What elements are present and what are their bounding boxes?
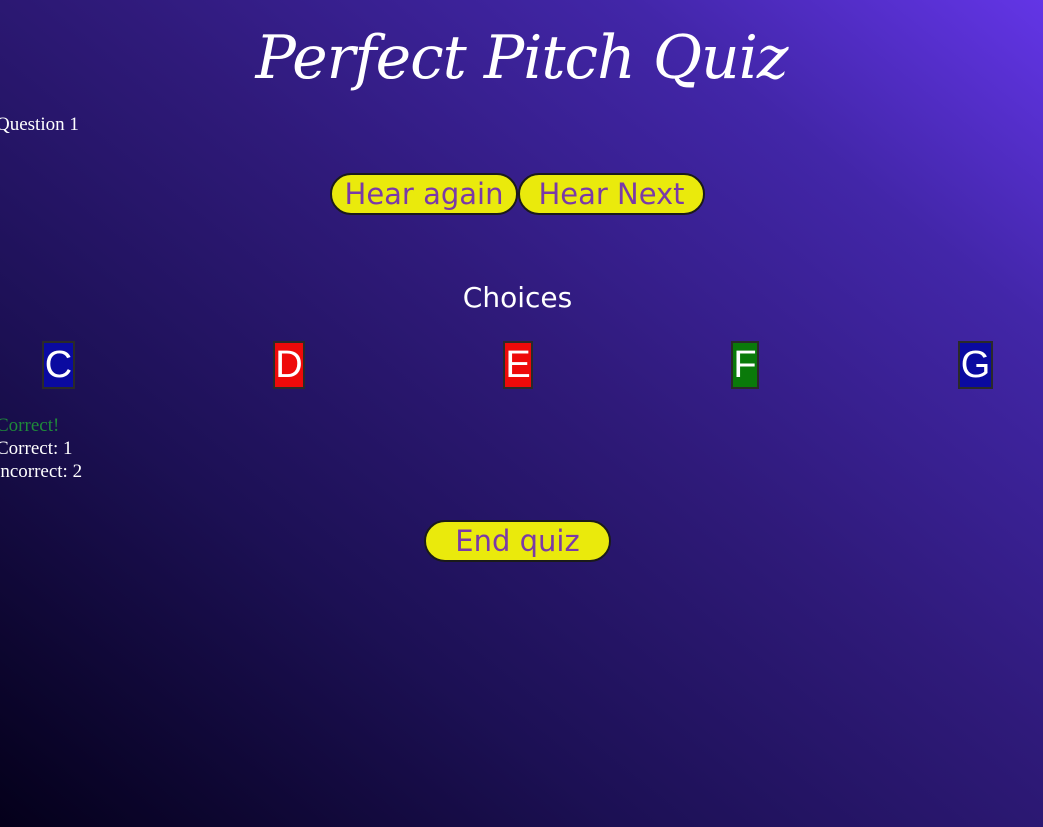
result-message: Correct!: [0, 415, 60, 436]
question-label: Question 1: [0, 114, 79, 135]
note-button-c[interactable]: C: [42, 341, 75, 389]
correct-count: Correct: 1: [0, 438, 73, 459]
note-button-f[interactable]: F: [731, 341, 759, 389]
note-button-d[interactable]: D: [273, 341, 305, 389]
incorrect-count: Incorrect: 2: [0, 461, 83, 482]
note-button-g[interactable]: G: [958, 341, 993, 389]
hear-again-button[interactable]: Hear again: [330, 173, 518, 215]
end-quiz-button[interactable]: End quiz: [424, 520, 611, 562]
page-title: Perfect Pitch Quiz: [255, 23, 789, 93]
choices-heading: Choices: [462, 281, 573, 314]
hear-next-button[interactable]: Hear Next: [518, 173, 705, 215]
note-button-e[interactable]: E: [503, 341, 533, 389]
